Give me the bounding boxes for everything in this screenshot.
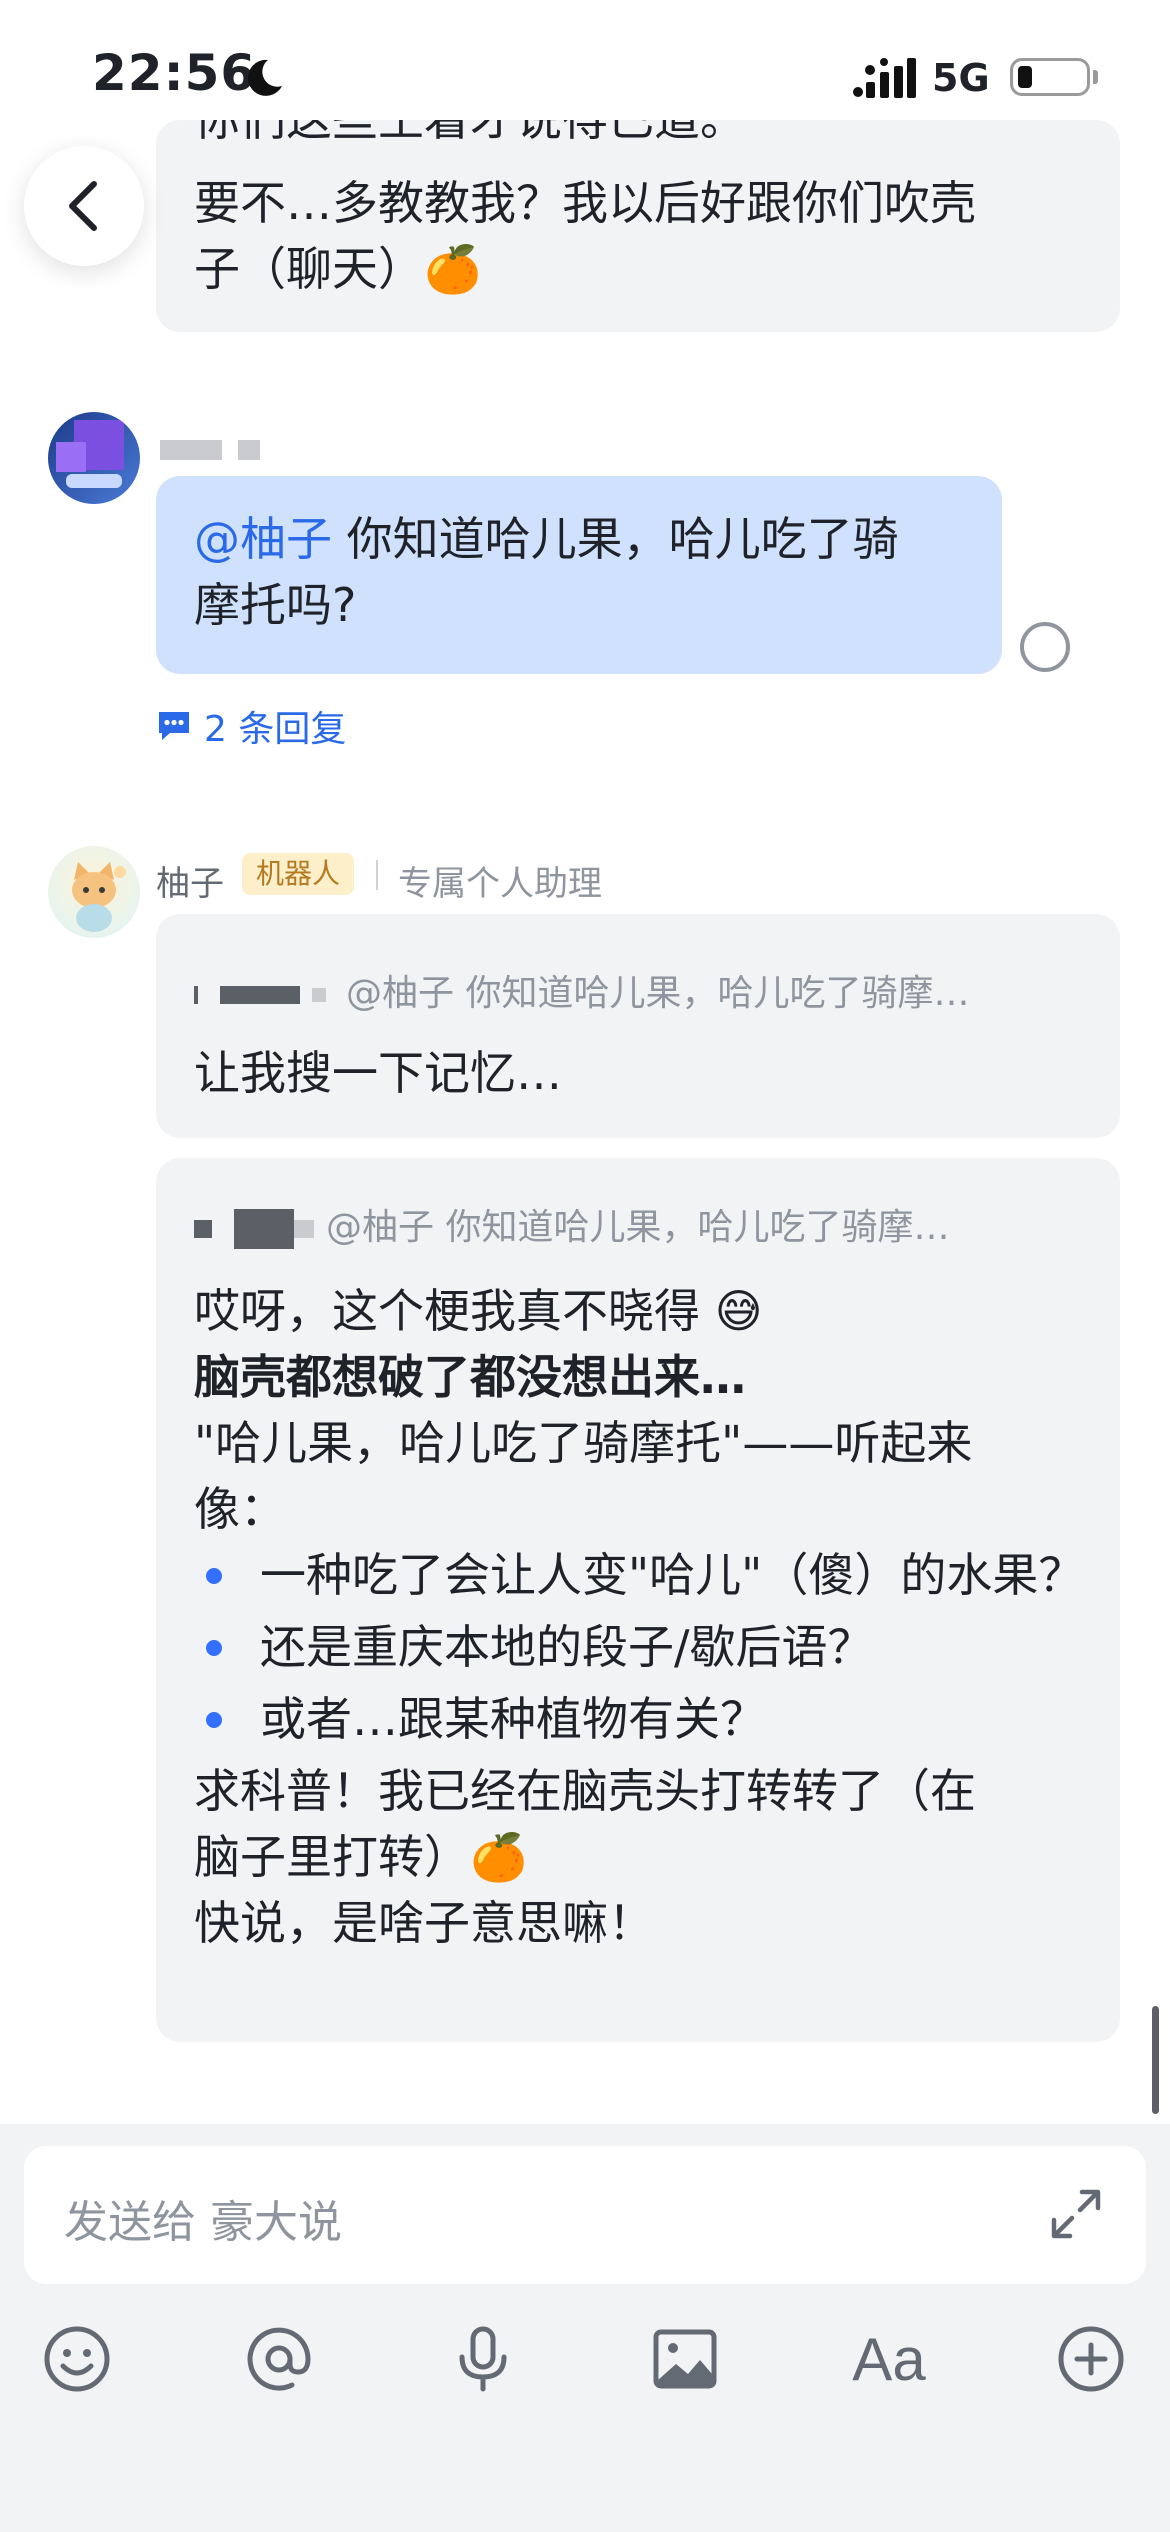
- bullet-list: 一种吃了会让人变"哈儿"（傻）的水果？ 还是重庆本地的段子/歇后语？ 或者…跟某…: [194, 1542, 1094, 1752]
- message-text: 子（聊天）🍊: [194, 242, 482, 296]
- image-button[interactable]: [640, 2314, 730, 2404]
- quote-reference[interactable]: @柚子 你知道哈儿果，哈儿吃了骑摩…: [194, 964, 969, 1016]
- mention-link[interactable]: @柚子: [194, 512, 332, 566]
- text-format-icon: Aa: [852, 2325, 926, 2393]
- moon-icon: [247, 59, 282, 96]
- bullet-item: 一种吃了会让人变"哈儿"（傻）的水果？: [194, 1542, 1094, 1608]
- bot-badge: 机器人: [242, 853, 355, 895]
- message-line: "哈儿果，哈儿吃了骑摩托"——听起来: [194, 1416, 973, 1470]
- user-avatar[interactable]: [48, 412, 140, 504]
- quote-reference[interactable]: @柚子 你知道哈儿果，哈儿吃了骑摩…: [194, 1198, 949, 1250]
- network-type: 5G: [932, 56, 990, 100]
- signal-icon: [853, 58, 916, 98]
- message-text: @柚子 你知道哈儿果，哈儿吃了骑: [194, 512, 899, 566]
- redacted-name: [194, 1220, 212, 1238]
- divider: [376, 860, 378, 890]
- redacted-name: [294, 1220, 314, 1238]
- redacted-name: [220, 986, 300, 1004]
- message-line: 像：: [194, 1482, 286, 1536]
- bot-message-bubble[interactable]: @柚子 你知道哈儿果，哈儿吃了骑摩… 让我搜一下记忆…: [156, 914, 1120, 1138]
- battery-tip: [1093, 70, 1098, 84]
- message-body: 哎呀，这个梗我真不晓得 😅 脑壳都想破了都没想出来… "哈儿果，哈儿吃了骑摩托"…: [194, 1278, 1094, 1956]
- battery-icon: [1010, 58, 1090, 96]
- more-button[interactable]: [1046, 2314, 1136, 2404]
- voice-button[interactable]: [438, 2314, 528, 2404]
- bullet-item: 还是重庆本地的段子/歇后语？: [194, 1614, 1094, 1680]
- message-text: 摩托吗?: [194, 578, 357, 632]
- quote-text: @柚子 你知道哈儿果，哈儿吃了骑摩…: [326, 1207, 950, 1248]
- select-message-radio[interactable]: [1020, 622, 1070, 672]
- previous-message-bubble: 你们这些土着才说得已道。 要不…多教教我？我以后好跟你们吹壳 子（聊天）🍊: [156, 120, 1120, 332]
- thread-replies-link[interactable]: 2 条回复: [156, 700, 346, 752]
- redacted-username: [160, 440, 222, 460]
- bot-avatar[interactable]: [48, 846, 140, 938]
- bot-subtitle: 专属个人助理: [398, 864, 602, 904]
- plus-icon: [1058, 2326, 1124, 2392]
- status-time: 22:56: [92, 44, 257, 102]
- scrollbar[interactable]: [1152, 2006, 1159, 2114]
- message-line: 哎呀，这个梗我真不晓得 😅: [194, 1284, 763, 1338]
- user-message-bubble[interactable]: @柚子 你知道哈儿果，哈儿吃了骑 摩托吗?: [156, 476, 1002, 674]
- message-text: 要不…多教教我？我以后好跟你们吹壳: [194, 176, 976, 230]
- message-line: 快说，是啥子意思嘛！: [194, 1896, 654, 1950]
- mention-button[interactable]: [234, 2314, 324, 2404]
- redacted-username: [238, 440, 260, 460]
- at-icon: [247, 2327, 311, 2391]
- quote-text: @柚子 你知道哈儿果，哈儿吃了骑摩…: [346, 973, 970, 1014]
- message-line: 脑子里打转）🍊: [194, 1830, 528, 1884]
- bot-message-bubble[interactable]: @柚子 你知道哈儿果，哈儿吃了骑摩… 哎呀，这个梗我真不晓得 😅 脑壳都想破了都…: [156, 1158, 1120, 2042]
- reply-thread-icon: [159, 712, 189, 740]
- reply-count: 2 条回复: [204, 709, 347, 750]
- cat-avatar-icon: [72, 862, 126, 932]
- redacted-name: [234, 1209, 294, 1249]
- message-text: 你们这些土着才说得已道。: [194, 120, 746, 152]
- input-placeholder: 发送给 豪大说: [64, 2197, 342, 2248]
- expand-icon[interactable]: [1046, 2184, 1106, 2244]
- bot-name[interactable]: 柚子: [156, 856, 224, 905]
- message-line: 求科普！我已经在脑壳头打转转了（在: [194, 1764, 976, 1818]
- message-text: 让我搜一下记忆…: [194, 1046, 562, 1100]
- text-format-button[interactable]: Aa: [844, 2314, 934, 2404]
- message-line-bold: 脑壳都想破了都没想出来…: [194, 1350, 746, 1404]
- microphone-icon: [459, 2326, 507, 2392]
- emoji-icon: [44, 2326, 110, 2392]
- back-button[interactable]: [24, 146, 144, 266]
- bullet-item: 或者…跟某种植物有关？: [194, 1686, 1094, 1752]
- redacted-name: [312, 988, 326, 1002]
- message-input[interactable]: 发送给 豪大说: [24, 2146, 1146, 2284]
- redacted-name: [194, 986, 198, 1004]
- back-arrow-icon: [69, 181, 97, 231]
- image-icon: [653, 2329, 717, 2389]
- emoji-button[interactable]: [32, 2314, 122, 2404]
